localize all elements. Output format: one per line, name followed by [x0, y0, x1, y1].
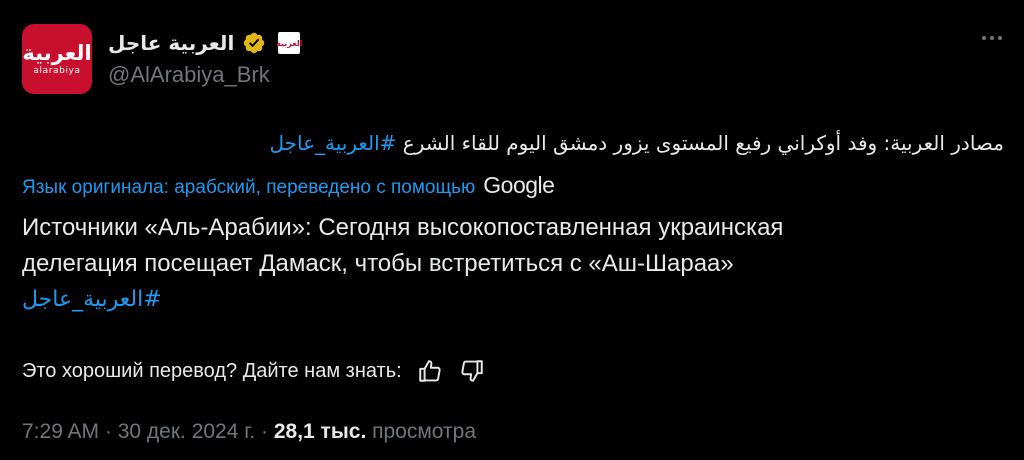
views-count[interactable]: 28,1 тыс.: [274, 420, 366, 443]
author-display-name[interactable]: العربية عاجل: [108, 31, 234, 55]
tweet-translation: Источники «Аль-Арабии»: Сегодня высокопо…: [22, 210, 1002, 318]
avatar-logo: العربية: [22, 41, 92, 65]
translation-feedback: Это хороший перевод? Дайте нам знать:: [22, 357, 486, 385]
tweet-meta: 7:29 AM · 30 дек. 2024 г. · 28,1 тыс. пр…: [22, 420, 476, 444]
author-name-row: العربية عاجل العربية: [108, 28, 303, 58]
more-options-icon[interactable]: [972, 26, 1012, 50]
thumbs-down-icon[interactable]: [458, 357, 486, 385]
translation-line-2: делегация посещает Дамаск, чтобы встрети…: [22, 250, 734, 277]
translation-notice[interactable]: Язык оригинала: арабский, переведено с п…: [22, 172, 555, 199]
affiliate-badge-text: العربية: [276, 38, 303, 48]
feedback-question: Это хороший перевод? Дайте нам знать:: [22, 359, 402, 382]
translation-line-1: Источники «Аль-Арабии»: Сегодня высокопо…: [22, 214, 784, 241]
tweet-original-hashtag[interactable]: #العربية_عاجل: [269, 131, 396, 155]
views-label: просмотра: [366, 420, 476, 443]
translation-notice-label: Язык оригинала: арабский, переведено с п…: [22, 177, 476, 198]
thumbs-up-icon[interactable]: [416, 357, 444, 385]
tweet-timestamp[interactable]: 7:29 AM · 30 дек. 2024 г. ·: [22, 420, 274, 443]
tweet: العربية alarabiya العربية عاجل العربية @…: [0, 0, 1024, 460]
avatar-logo-latin: alarabiya: [33, 66, 81, 76]
translation-hashtag-line: #العربية_عاجل: [22, 282, 1002, 318]
tweet-original-text: مصادر العربية: وفد أوكراني رفيع المستوى …: [104, 126, 1004, 160]
author-handle[interactable]: @AlArabiya_Brk: [108, 62, 270, 88]
avatar[interactable]: العربية alarabiya: [22, 24, 92, 94]
affiliate-badge[interactable]: العربية: [276, 32, 303, 54]
verified-badge-icon[interactable]: [242, 31, 266, 55]
tweet-original-body: مصادر العربية: وفد أوكراني رفيع المستوى …: [396, 131, 1004, 155]
translation-hashtag[interactable]: #العربية_عاجل: [22, 287, 162, 312]
google-logo: Google: [483, 172, 555, 198]
